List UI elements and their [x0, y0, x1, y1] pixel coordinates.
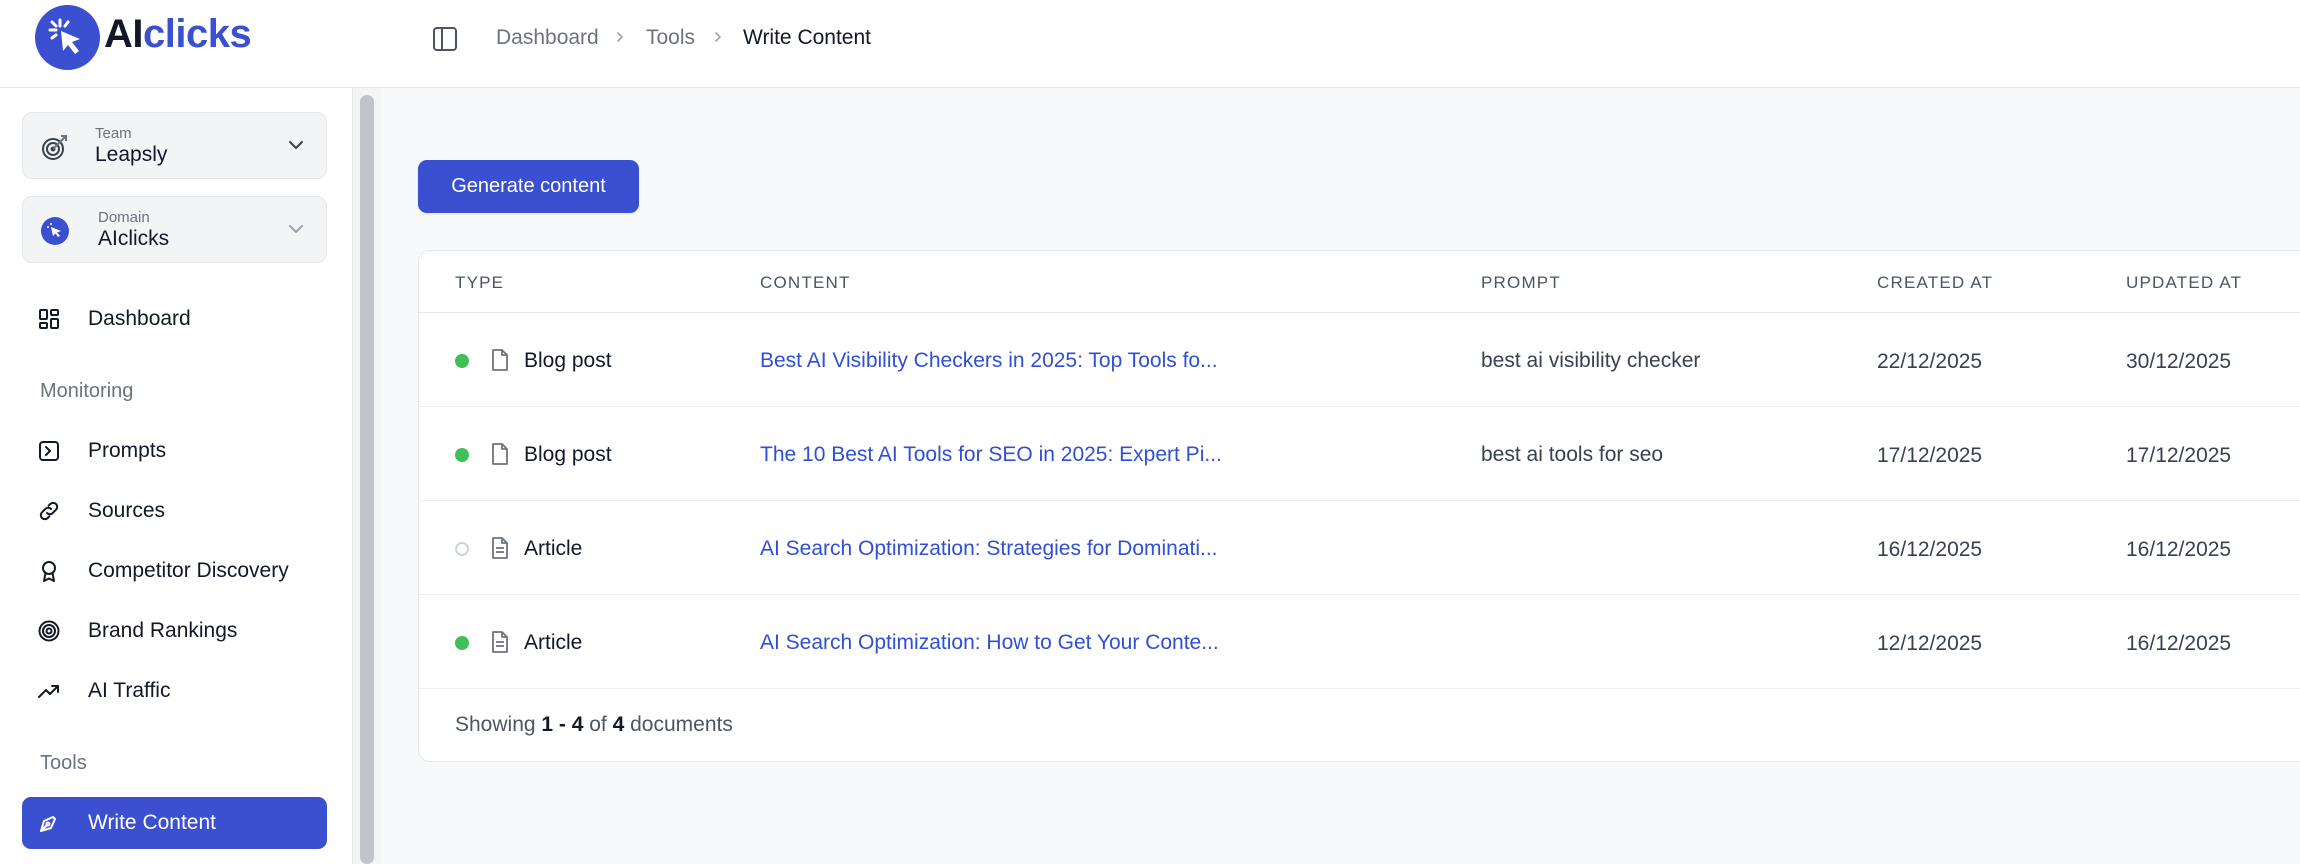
- status-draft-dot: [455, 542, 469, 556]
- column-header-content[interactable]: CONTENT: [760, 273, 851, 293]
- team-target-icon: [41, 133, 69, 161]
- nav-item-prompts[interactable]: Prompts: [22, 425, 327, 477]
- target-icon: [38, 620, 60, 642]
- breadcrumb-current: Write Content: [743, 26, 871, 49]
- status-published-dot: [455, 354, 469, 368]
- nav-item-label: Competitor Discovery: [88, 559, 289, 582]
- file-text-icon: [490, 536, 510, 565]
- column-header-prompt[interactable]: PROMPT: [1481, 273, 1561, 293]
- nav-item-label: Write Content: [88, 811, 216, 834]
- row-updated-at: 30/12/2025: [2126, 350, 2232, 373]
- summary-total: 4: [612, 713, 625, 736]
- domain-label: Domain: [98, 209, 150, 226]
- nav-item-sources[interactable]: Sources: [22, 485, 327, 537]
- table-row[interactable]: Blog post Best AI Visibility Checkers in…: [419, 313, 2300, 407]
- nav-item-ai-traffic[interactable]: AI Traffic: [22, 665, 327, 717]
- nav-item-dashboard[interactable]: Dashboard: [22, 293, 327, 345]
- row-content-link[interactable]: The 10 Best AI Tools for SEO in 2025: Ex…: [760, 443, 1222, 467]
- nav-item-label: AI Traffic: [88, 679, 171, 702]
- domain-value: AIclicks: [98, 227, 170, 250]
- file-icon: [490, 442, 510, 471]
- summary-range: 1 - 4: [541, 713, 584, 736]
- column-header-created-at[interactable]: CREATED AT: [1877, 273, 1993, 293]
- row-type: Article: [524, 537, 583, 560]
- team-selector[interactable]: Team Leapsly: [22, 112, 327, 179]
- dashboard-icon: [38, 308, 60, 330]
- row-updated-at: 16/12/2025: [2126, 632, 2232, 655]
- domain-logo-icon: [41, 217, 69, 245]
- nav-item-label: Dashboard: [88, 307, 191, 330]
- table-header: TYPE CONTENT PROMPT CREATED AT UPDATED A…: [419, 251, 2300, 313]
- summary-prefix: Showing: [455, 713, 542, 736]
- table-row[interactable]: Blog post The 10 Best AI Tools for SEO i…: [419, 407, 2300, 501]
- summary-suffix: documents: [624, 713, 733, 736]
- row-updated-at: 16/12/2025: [2126, 538, 2232, 561]
- chevron-down-icon: [286, 219, 306, 244]
- row-type: Article: [524, 631, 583, 654]
- status-published-dot: [455, 636, 469, 650]
- nav-item-label: Prompts: [88, 439, 167, 462]
- row-content-link[interactable]: AI Search Optimization: How to Get Your …: [760, 631, 1219, 655]
- section-label-monitoring: Monitoring: [40, 380, 134, 402]
- sidebar-toggle-icon[interactable]: [431, 25, 459, 58]
- row-content-link[interactable]: AI Search Optimization: Strategies for D…: [760, 537, 1218, 561]
- column-header-updated-at[interactable]: UPDATED AT: [2126, 273, 2242, 293]
- file-text-icon: [490, 630, 510, 659]
- summary-of: of: [583, 713, 613, 736]
- row-created-at: 17/12/2025: [1877, 444, 1983, 467]
- documents-table: TYPE CONTENT PROMPT CREATED AT UPDATED A…: [418, 250, 2300, 762]
- row-content-link[interactable]: Best AI Visibility Checkers in 2025: Top…: [760, 349, 1218, 373]
- trending-up-icon: [38, 680, 60, 702]
- table-row[interactable]: Article AI Search Optimization: How to G…: [419, 595, 2300, 689]
- row-prompt: best ai visibility checker: [1481, 349, 1701, 372]
- status-published-dot: [455, 448, 469, 462]
- logo-cursor-icon[interactable]: [35, 5, 100, 70]
- row-created-at: 12/12/2025: [1877, 632, 1983, 655]
- domain-selector[interactable]: Domain AIclicks: [22, 196, 327, 263]
- file-icon: [490, 348, 510, 377]
- row-prompt: best ai tools for seo: [1481, 443, 1664, 466]
- chevron-down-icon: [286, 135, 306, 160]
- team-label: Team: [95, 125, 132, 142]
- nav-item-competitor-discovery[interactable]: Competitor Discovery: [22, 545, 327, 597]
- row-type: Blog post: [524, 443, 612, 466]
- nav-item-label: Brand Rankings: [88, 619, 238, 642]
- generate-content-button[interactable]: Generate content: [418, 160, 639, 213]
- team-value: Leapsly: [95, 143, 168, 166]
- nav-item-write-content[interactable]: Write Content: [22, 797, 327, 849]
- pen-tool-icon: [38, 812, 60, 834]
- logo-wordmark[interactable]: AIclicks: [104, 12, 252, 57]
- breadcrumb-dashboard[interactable]: Dashboard: [496, 26, 599, 50]
- link-icon: [38, 500, 60, 522]
- row-created-at: 16/12/2025: [1877, 538, 1983, 561]
- row-updated-at: 17/12/2025: [2126, 444, 2232, 467]
- sidebar: AIclicks Team Leapsly Domain AIclicks Da…: [0, 0, 381, 864]
- terminal-icon: [38, 440, 60, 462]
- award-icon: [38, 560, 60, 582]
- chevron-right-icon: [711, 30, 725, 49]
- pagination-summary: Showing 1 - 4 of 4 documents: [455, 713, 733, 737]
- chevron-right-icon: [613, 30, 627, 49]
- sidebar-scrollbar-thumb[interactable]: [360, 95, 374, 864]
- nav-item-brand-rankings[interactable]: Brand Rankings: [22, 605, 327, 657]
- row-created-at: 22/12/2025: [1877, 350, 1983, 373]
- top-header: Dashboard Tools Write Content: [381, 0, 2300, 88]
- row-type: Blog post: [524, 349, 612, 372]
- column-header-type[interactable]: TYPE: [455, 273, 504, 293]
- section-label-tools: Tools: [40, 752, 87, 774]
- nav-item-label: Sources: [88, 499, 166, 522]
- logo-bar: AIclicks: [0, 0, 381, 88]
- table-row[interactable]: Article AI Search Optimization: Strategi…: [419, 501, 2300, 595]
- breadcrumb-tools[interactable]: Tools: [646, 26, 695, 50]
